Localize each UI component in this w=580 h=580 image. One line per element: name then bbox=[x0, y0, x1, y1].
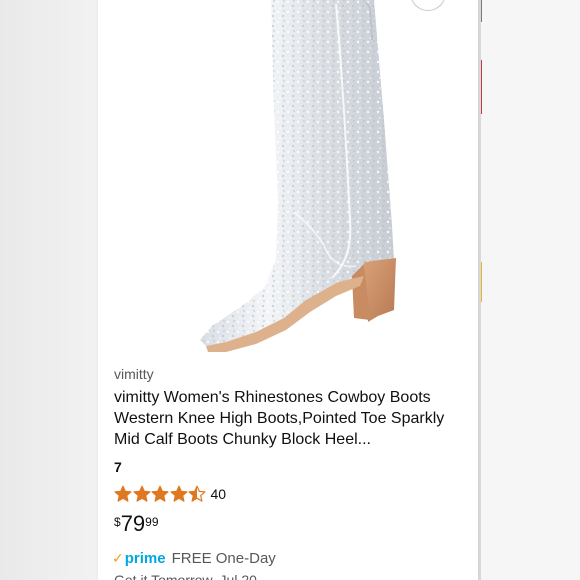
prime-check-icon: ✓ bbox=[112, 550, 124, 566]
delivery-label: FREE One-Day bbox=[171, 550, 276, 567]
rating-row[interactable]: 40 bbox=[114, 484, 226, 504]
prime-logo: ✓ prime bbox=[112, 550, 166, 567]
star-half-icon bbox=[188, 485, 206, 502]
price-whole: 79 bbox=[120, 511, 146, 536]
product-title[interactable]: vimitty Women's Rhinestones Cowboy Boots… bbox=[114, 387, 466, 450]
product-brand[interactable]: vimitty bbox=[114, 366, 154, 382]
screen: vimitty vimitty Women's Rhinestones Cowb… bbox=[0, 0, 580, 580]
option-count[interactable]: 7 bbox=[114, 459, 122, 475]
product-image[interactable] bbox=[106, 0, 466, 356]
star-full-icon bbox=[114, 485, 132, 502]
review-count[interactable]: 40 bbox=[211, 486, 227, 502]
prime-label: prime bbox=[124, 550, 166, 567]
price-symbol: $ bbox=[114, 515, 121, 529]
price-fraction: 99 bbox=[145, 515, 159, 529]
background-page-edge bbox=[481, 0, 580, 580]
star-full-icon bbox=[133, 485, 150, 502]
product-card[interactable]: vimitty vimitty Women's Rhinestones Cowb… bbox=[98, 0, 478, 580]
star-full-icon bbox=[151, 485, 169, 502]
star-full-icon bbox=[170, 485, 187, 502]
prime-shipping: ✓ prime FREE One-Day bbox=[112, 550, 276, 567]
star-rating[interactable] bbox=[114, 485, 207, 503]
card-divider bbox=[478, 0, 481, 580]
delivery-date: Get it Tomorrow, Jul 20 bbox=[114, 572, 257, 580]
product-price: $ 79 99 bbox=[114, 511, 159, 537]
